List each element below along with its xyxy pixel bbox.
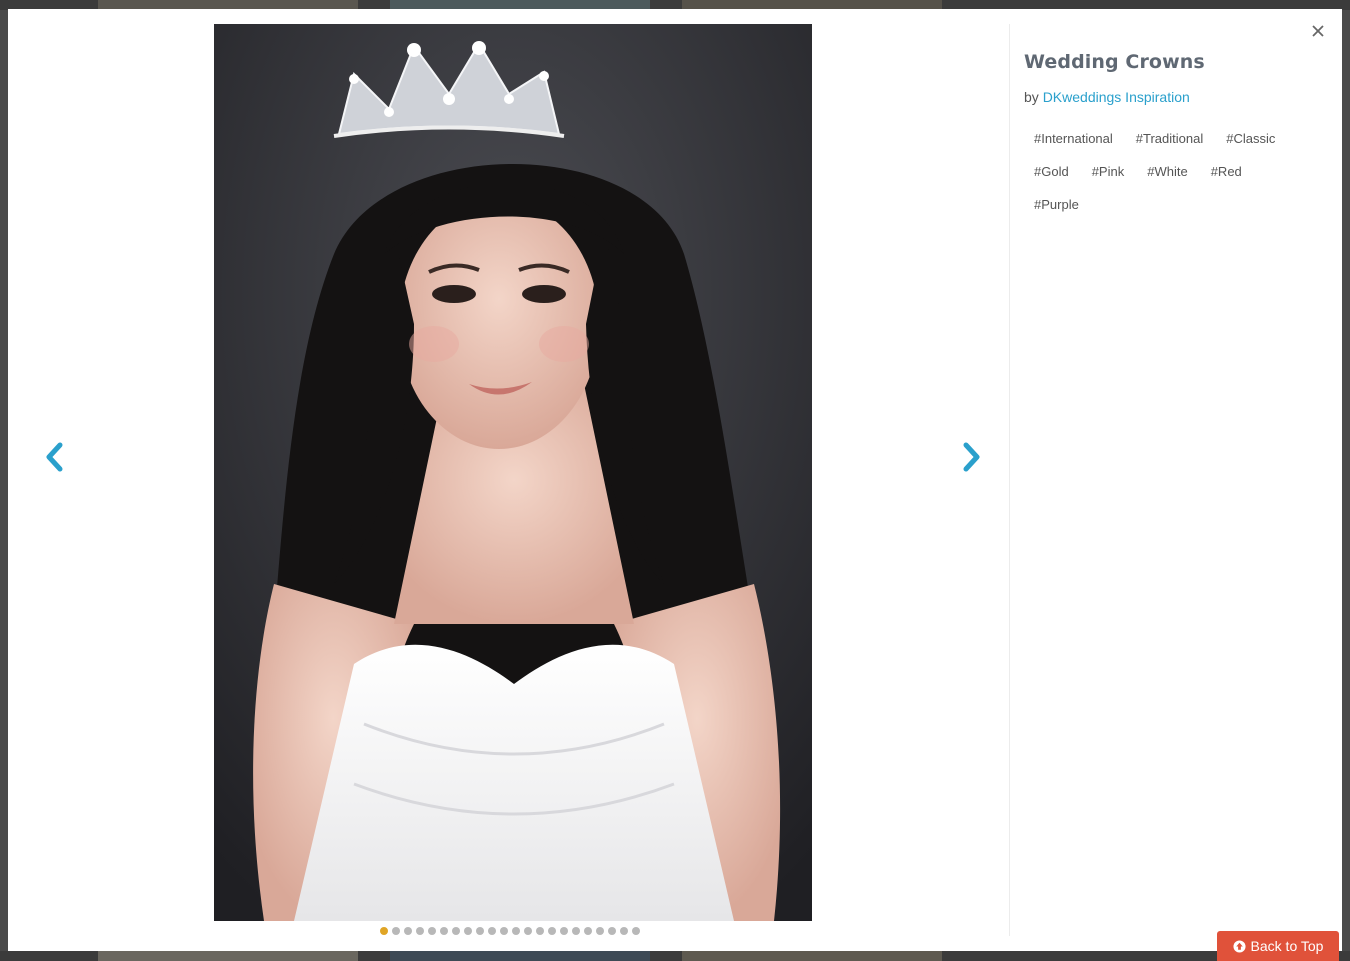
slide-dot[interactable]: [584, 927, 592, 935]
tag-classic[interactable]: #Classic: [1216, 125, 1285, 152]
back-to-top-label: Back to Top: [1250, 938, 1324, 954]
slide-dot[interactable]: [560, 927, 568, 935]
gallery-photo: [214, 24, 812, 921]
tag-international[interactable]: #International: [1024, 125, 1123, 152]
slide-dot[interactable]: [620, 927, 628, 935]
slide-indicator-dots: [380, 927, 640, 935]
chevron-right-icon: [963, 442, 980, 472]
tag-gold[interactable]: #Gold: [1024, 158, 1079, 185]
chevron-left-icon: [46, 442, 63, 472]
back-to-top-button[interactable]: Back to Top: [1217, 931, 1339, 961]
slide-dot[interactable]: [440, 927, 448, 935]
author-link[interactable]: DKweddings Inspiration: [1043, 89, 1190, 105]
tag-pink[interactable]: #Pink: [1082, 158, 1135, 185]
slide-dot[interactable]: [428, 927, 436, 935]
next-photo-button[interactable]: [956, 439, 986, 475]
gallery-modal: Wedding Crowns by DKweddings Inspiration…: [8, 9, 1342, 951]
photo-details-panel: Wedding Crowns by DKweddings Inspiration…: [1024, 51, 1324, 224]
tag-list: #International #Traditional #Classic #Go…: [1024, 125, 1314, 224]
slide-dot[interactable]: [452, 927, 460, 935]
slide-dot[interactable]: [476, 927, 484, 935]
slide-dot[interactable]: [404, 927, 412, 935]
background-tile: [390, 951, 650, 961]
slide-dot[interactable]: [380, 927, 388, 935]
background-tile: [98, 951, 358, 961]
tag-red[interactable]: #Red: [1201, 158, 1252, 185]
slide-dot[interactable]: [488, 927, 496, 935]
tag-purple[interactable]: #Purple: [1024, 191, 1089, 218]
close-button[interactable]: [1308, 21, 1328, 41]
slide-dot[interactable]: [500, 927, 508, 935]
panel-divider: [1009, 24, 1010, 936]
slide-dot[interactable]: [536, 927, 544, 935]
slide-dot[interactable]: [464, 927, 472, 935]
tag-traditional[interactable]: #Traditional: [1126, 125, 1213, 152]
slide-dot[interactable]: [596, 927, 604, 935]
bride-photo-image: [214, 24, 812, 921]
slide-dot[interactable]: [524, 927, 532, 935]
background-tile: [682, 951, 942, 961]
slide-dot[interactable]: [416, 927, 424, 935]
slide-dot[interactable]: [572, 927, 580, 935]
previous-photo-button[interactable]: [40, 439, 70, 475]
slide-dot[interactable]: [392, 927, 400, 935]
by-prefix: by: [1024, 89, 1039, 105]
close-icon: [1312, 25, 1324, 37]
slide-dot[interactable]: [608, 927, 616, 935]
slide-dot[interactable]: [632, 927, 640, 935]
photo-title: Wedding Crowns: [1024, 51, 1205, 73]
arrow-circle-up-icon: [1233, 939, 1246, 953]
slide-dot[interactable]: [548, 927, 556, 935]
slide-dot[interactable]: [512, 927, 520, 935]
author-line: by DKweddings Inspiration: [1024, 89, 1324, 105]
tag-white[interactable]: #White: [1137, 158, 1197, 185]
